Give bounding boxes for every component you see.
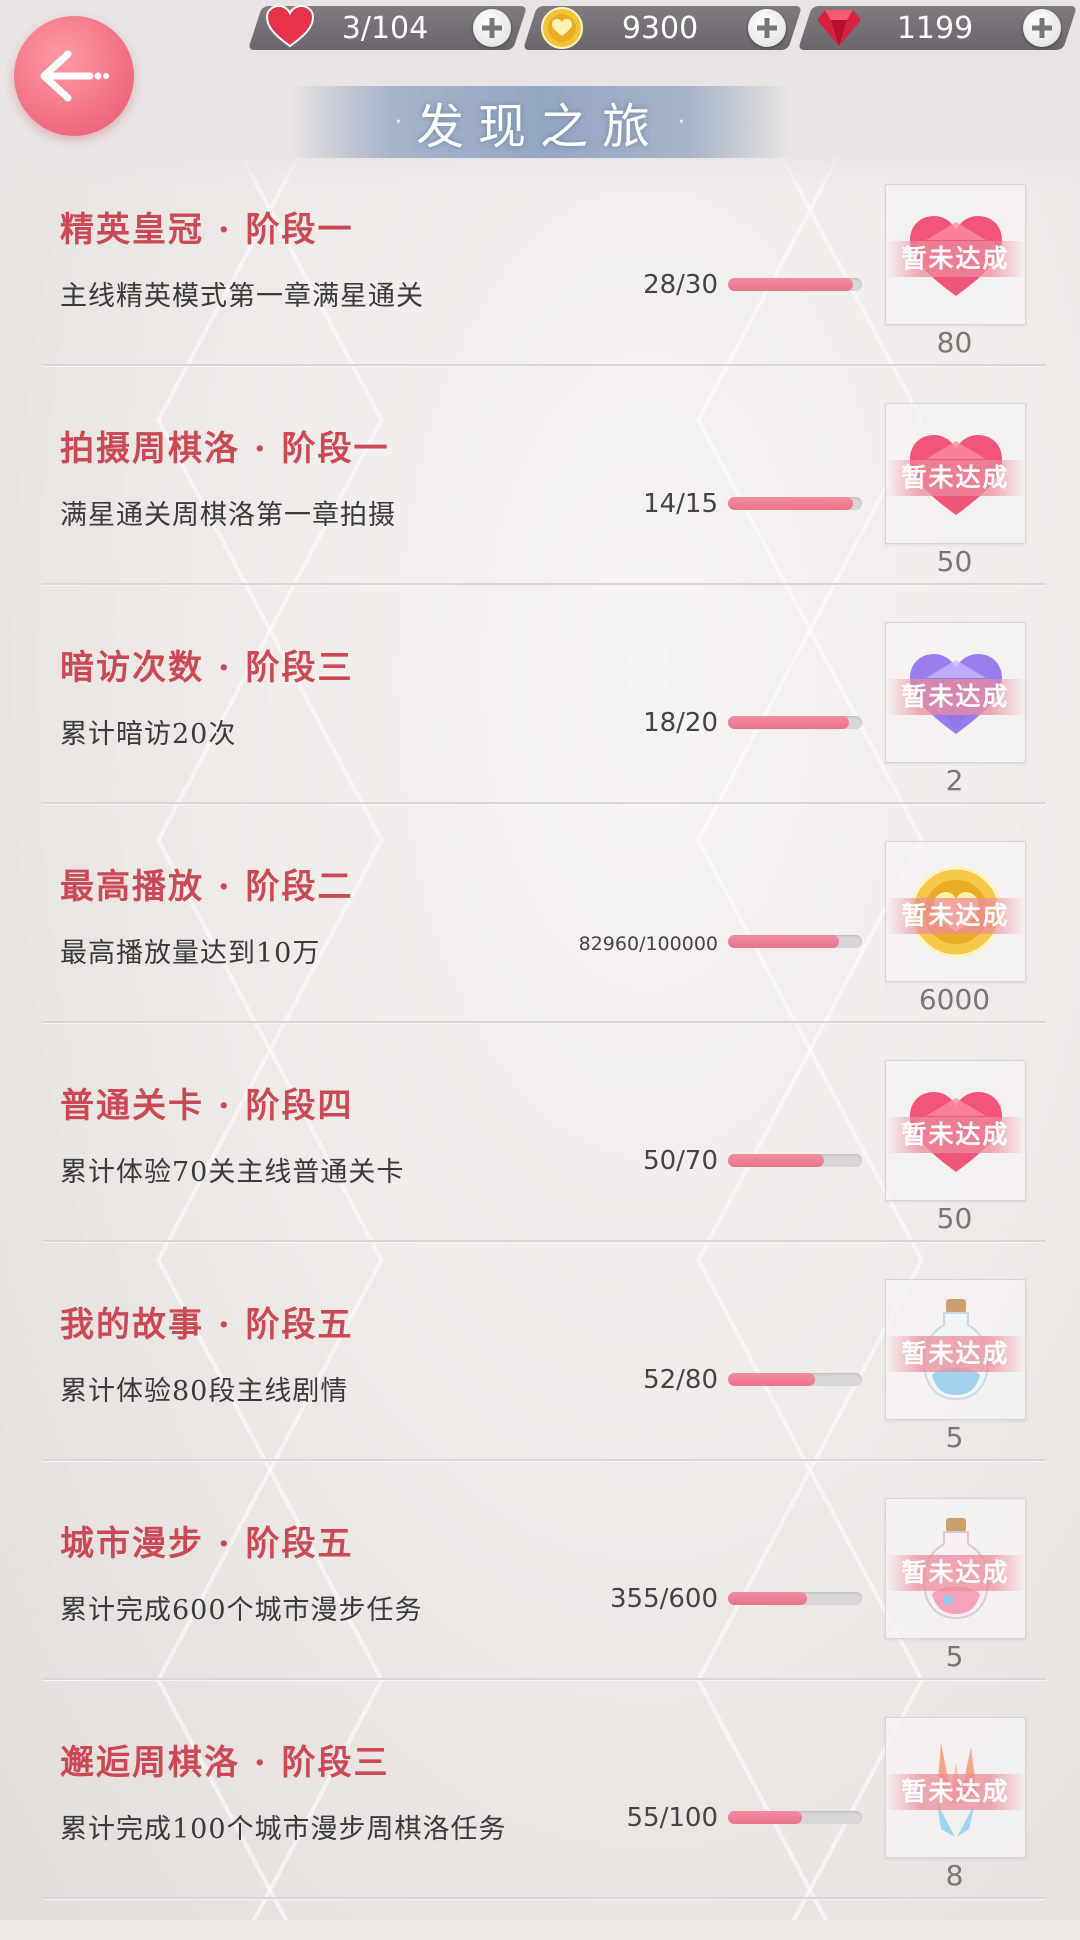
task-title: 邂逅周棋洛 · 阶段三 [60, 1743, 390, 1783]
task-progress-bar [728, 1154, 862, 1167]
reward-count: 80 [936, 326, 973, 359]
reward-slot[interactable]: 暂未达成 [885, 1060, 1026, 1201]
task-description: 累计体验80段主线剧情 [60, 1376, 349, 1407]
task-progress-text: 355/600 [609, 1584, 718, 1614]
task-progress-bar [728, 497, 862, 510]
add-diamond-button[interactable] [1023, 9, 1061, 47]
status-badge: 暂未达成 [886, 679, 1025, 715]
stamina-value: 3/104 [341, 10, 429, 46]
task-row: 精英皇冠 · 阶段一 主线精英模式第一章满星通关 28/30 暂未达成 80 [0, 184, 1080, 407]
task-title: 精英皇冠 · 阶段一 [60, 210, 354, 250]
task-progress-text: 82960/100000 [578, 933, 718, 955]
task-description: 累计体验70关主线普通关卡 [60, 1157, 405, 1188]
task-row: 最高播放 · 阶段二 最高播放量达到10万 82960/100000 暂未达成 … [0, 841, 1080, 1064]
row-divider [42, 1240, 1046, 1242]
task-progress-text: 28/30 [643, 270, 718, 300]
task-progress-text: 18/20 [643, 708, 718, 738]
task-progress-bar [728, 935, 862, 948]
row-divider [42, 364, 1046, 366]
task-progress-bar [728, 1592, 862, 1605]
task-row: 拍摄周棋洛 · 阶段一 满星通关周棋洛第一章拍摄 14/15 暂未达成 50 [0, 403, 1080, 626]
gold-coin-icon [541, 7, 583, 49]
task-progress-text: 55/100 [626, 1803, 718, 1833]
row-divider [42, 802, 1046, 804]
status-badge: 暂未达成 [886, 460, 1025, 496]
task-progress-fill [728, 1373, 816, 1386]
task-progress-fill [728, 1811, 802, 1824]
heart-icon [265, 4, 315, 48]
task-progress-text: 52/80 [643, 1365, 718, 1395]
reward-count: 50 [936, 545, 973, 578]
reward-count: 5 [945, 1421, 964, 1454]
task-description: 满星通关周棋洛第一章拍摄 [60, 500, 396, 531]
arrow-left-icon [40, 50, 109, 102]
task-progress-fill [728, 1592, 808, 1605]
task-row: 城市漫步 · 阶段五 累计完成600个城市漫步任务 355/600 暂未达成 5 [0, 1498, 1080, 1721]
reward-slot[interactable]: 暂未达成 [885, 1498, 1026, 1639]
task-description: 累计完成600个城市漫步任务 [60, 1595, 423, 1626]
stamina-counter: 3/104 [247, 4, 528, 50]
row-divider [42, 1021, 1046, 1023]
task-title: 城市漫步 · 阶段五 [60, 1524, 354, 1564]
reward-count: 6000 [918, 983, 991, 1016]
task-progress-fill [728, 716, 849, 729]
reward-count: 50 [936, 1202, 973, 1235]
reward-slot[interactable]: 暂未达成 [885, 184, 1026, 325]
add-stamina-button[interactable] [473, 9, 511, 47]
task-progress-bar [728, 278, 862, 291]
task-title: 最高播放 · 阶段二 [60, 867, 354, 907]
reward-count: 8 [945, 1859, 964, 1892]
task-description: 累计暗访20次 [60, 719, 237, 750]
gold-value: 9300 [621, 10, 699, 46]
add-gold-button[interactable] [748, 9, 786, 47]
row-divider [42, 1678, 1046, 1680]
reward-slot[interactable]: 暂未达成 [885, 1717, 1026, 1858]
task-progress-fill [728, 935, 840, 948]
task-progress-fill [728, 1154, 824, 1167]
page-title-banner: · 发现之旅 · [290, 86, 790, 158]
status-badge: 暂未达成 [886, 1336, 1025, 1372]
task-title: 暗访次数 · 阶段三 [60, 648, 354, 688]
status-badge: 暂未达成 [886, 898, 1025, 934]
reward-slot[interactable]: 暂未达成 [885, 622, 1026, 763]
task-row: 普通关卡 · 阶段四 累计体验70关主线普通关卡 50/70 暂未达成 50 [0, 1060, 1080, 1283]
task-description: 主线精英模式第一章满星通关 [60, 281, 424, 312]
task-title: 我的故事 · 阶段五 [60, 1305, 354, 1345]
task-row: 邂逅周棋洛 · 阶段三 累计完成100个城市漫步周棋洛任务 55/100 暂未达… [0, 1717, 1080, 1940]
task-progress-bar [728, 1373, 862, 1386]
status-badge: 暂未达成 [886, 1117, 1025, 1153]
diamond-counter: 1199 [797, 6, 1078, 50]
reward-count: 2 [945, 764, 964, 797]
back-button[interactable] [14, 16, 134, 136]
task-row: 暗访次数 · 阶段三 累计暗访20次 18/20 暂未达成 2 [0, 622, 1080, 845]
reward-slot[interactable]: 暂未达成 [885, 1279, 1026, 1420]
task-progress-bar [728, 1811, 862, 1824]
reward-slot[interactable]: 暂未达成 [885, 403, 1026, 544]
row-divider [42, 1897, 1046, 1899]
task-progress-fill [728, 497, 854, 510]
ruby-diamond-icon [817, 10, 861, 46]
reward-count: 5 [945, 1640, 964, 1673]
task-title: 拍摄周棋洛 · 阶段一 [60, 429, 390, 469]
status-badge: 暂未达成 [886, 1774, 1025, 1810]
row-divider [42, 1459, 1046, 1461]
gold-counter: 9300 [522, 6, 803, 50]
page-title: 发现之旅 [415, 99, 664, 155]
task-title: 普通关卡 · 阶段四 [60, 1086, 354, 1126]
status-badge: 暂未达成 [886, 1555, 1025, 1591]
status-badge: 暂未达成 [886, 241, 1025, 277]
task-progress-fill [728, 278, 854, 291]
reward-slot[interactable]: 暂未达成 [885, 841, 1026, 982]
task-progress-bar [728, 716, 862, 729]
task-progress-text: 50/70 [643, 1146, 718, 1176]
task-description: 累计完成100个城市漫步周棋洛任务 [60, 1814, 507, 1845]
diamond-value: 1199 [896, 10, 974, 46]
task-row: 我的故事 · 阶段五 累计体验80段主线剧情 52/80 暂未达成 5 [0, 1279, 1080, 1502]
task-description: 最高播放量达到10万 [60, 938, 321, 969]
row-divider [42, 583, 1046, 585]
task-progress-text: 14/15 [643, 489, 718, 519]
